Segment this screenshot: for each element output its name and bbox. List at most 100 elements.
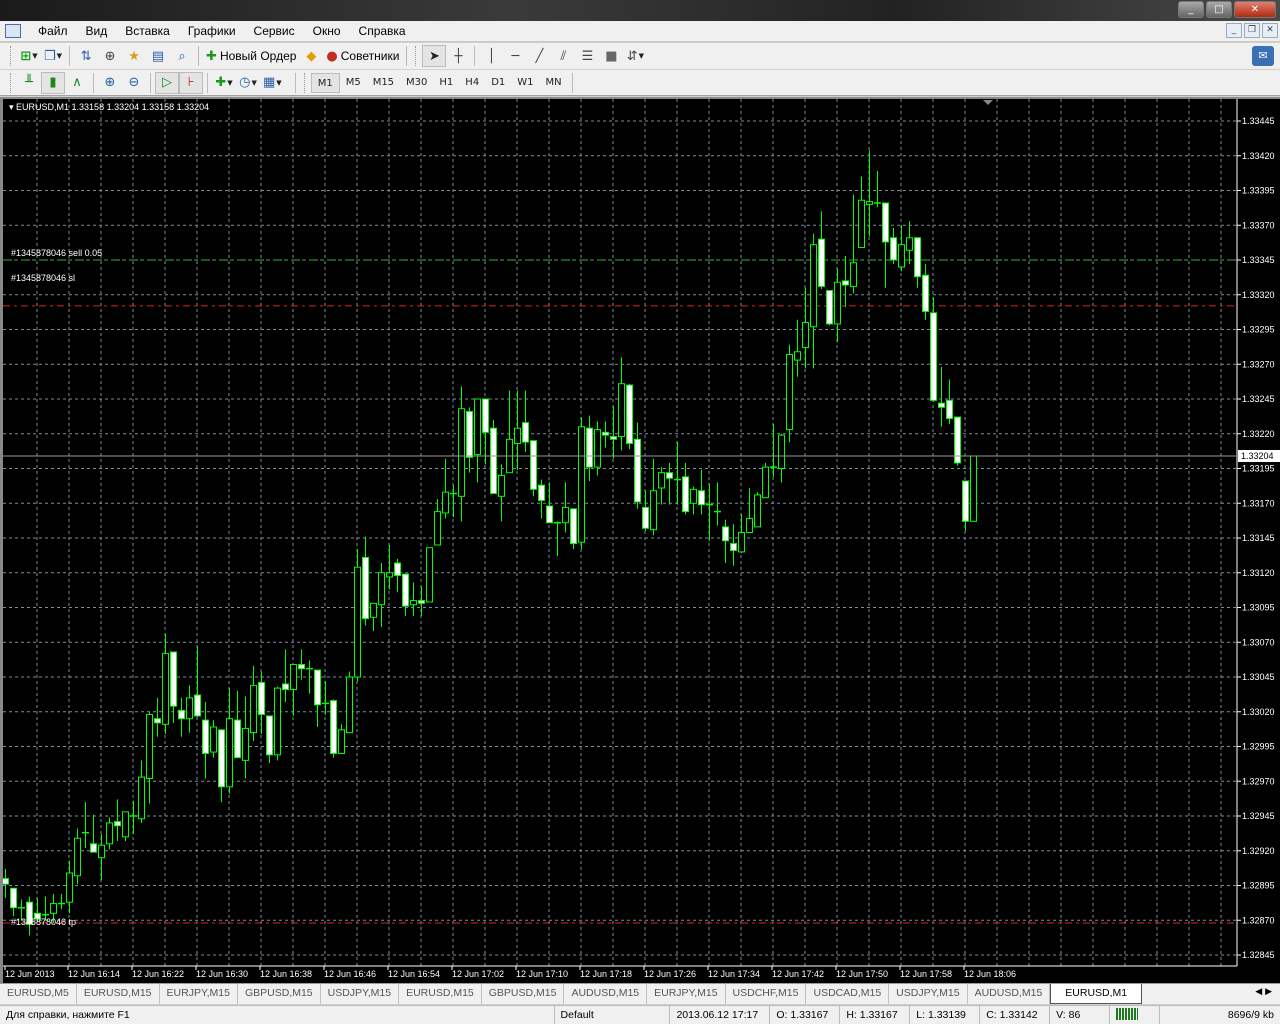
bar-chart-button[interactable]: ╨ <box>17 72 41 94</box>
menu-charts[interactable]: Графики <box>179 24 245 38</box>
menu-window[interactable]: Окно <box>304 24 350 38</box>
candle-bearish <box>234 719 241 759</box>
menu-tools[interactable]: Сервис <box>245 24 304 38</box>
horizontal-line-button[interactable]: ─ <box>503 45 527 67</box>
new-order-button[interactable]: ✚ Новый Ордер <box>203 45 299 67</box>
chart-tab[interactable]: AUDUSD,M15 <box>564 984 648 1004</box>
autotrading-warning-button[interactable]: ◆ <box>299 45 323 67</box>
chart-tab[interactable]: USDJPY,M15 <box>889 984 968 1004</box>
periods-button[interactable]: ◷ ▼ <box>236 72 260 94</box>
candle-bullish <box>810 244 817 328</box>
candle-bearish <box>666 472 673 479</box>
autoscroll-icon: ▷ <box>162 75 172 90</box>
chart-tab[interactable]: EURUSD,M15 <box>77 984 160 1004</box>
candle-chart-button[interactable]: ▮ <box>41 71 65 94</box>
close-button[interactable]: ✕ <box>1234 1 1276 18</box>
line-chart-button[interactable]: ∧ <box>65 72 89 94</box>
toolbar-grip[interactable] <box>10 46 13 66</box>
timeframe-h1[interactable]: H1 <box>433 73 459 93</box>
new-chart-button[interactable]: ⊞ ▼ <box>17 45 41 67</box>
candle-bullish <box>834 281 841 325</box>
minimize-button[interactable]: _ <box>1178 1 1204 18</box>
arrows-button[interactable]: ⇵ ▼ <box>623 45 647 67</box>
timeframe-w1[interactable]: W1 <box>511 73 539 93</box>
templates-button[interactable]: ▦ ▼ <box>260 72 285 94</box>
chart-tab[interactable]: EURUSD,M1 <box>1050 984 1143 1004</box>
candle-bullish <box>226 718 233 788</box>
navigator-button[interactable]: ★ <box>122 45 146 67</box>
toolbar-grip[interactable] <box>10 72 13 93</box>
profiles-button[interactable]: ❐ ▼ <box>41 45 65 67</box>
candle-bearish <box>722 526 729 542</box>
terminal-button[interactable]: ▤ <box>146 45 170 67</box>
candle-bullish <box>578 426 585 543</box>
chart-tab[interactable]: GBPUSD,M15 <box>482 984 565 1004</box>
timeframe-h4[interactable]: H4 <box>459 73 485 93</box>
candle-bullish <box>434 511 441 546</box>
candle-bearish <box>362 556 369 620</box>
chart-tab[interactable]: GBPUSD,M15 <box>238 984 321 1004</box>
candle-bullish <box>794 351 801 361</box>
candle-bullish <box>690 488 697 504</box>
y-tick-label: 1.33120 <box>1242 568 1275 578</box>
candle-bullish <box>658 472 665 489</box>
status-close: C: 1.33142 <box>980 1006 1051 1024</box>
tab-scroll-arrows[interactable]: ◀ ▶ <box>1247 984 1280 1004</box>
candle-bullish <box>442 491 449 514</box>
timeframe-m30[interactable]: M30 <box>400 73 433 93</box>
maximize-button[interactable]: □ <box>1206 1 1232 18</box>
candle-bullish <box>594 429 601 468</box>
menu-help[interactable]: Справка <box>350 24 415 38</box>
chart-tab[interactable]: EURUSD,M15 <box>399 984 482 1004</box>
x-tick-label: 12 Jun 16:30 <box>196 969 248 979</box>
chart-tab[interactable]: USDCAD,M15 <box>806 984 890 1004</box>
timeframe-d1[interactable]: D1 <box>485 73 511 93</box>
chart-tab[interactable]: EURJPY,M15 <box>647 984 726 1004</box>
chart-tab[interactable]: USDCHF,M15 <box>726 984 807 1004</box>
menu-insert[interactable]: Вставка <box>116 24 179 38</box>
candle-bullish <box>186 697 193 720</box>
menu-view[interactable]: Вид <box>77 24 117 38</box>
zoom-in-button[interactable]: ⊕ <box>98 72 122 94</box>
strategy-tester-button[interactable]: ⌕ <box>170 45 194 67</box>
price-chart[interactable]: 1.33445 1.33420 1.33395 1.33370 1.33345 1.333… <box>3 99 1280 983</box>
fibonacci-icon: ☰ <box>581 48 594 64</box>
help-chat-button[interactable]: ✉ <box>1252 46 1274 66</box>
candle-bullish <box>50 903 57 914</box>
chart-tab[interactable]: EURUSD,M5 <box>0 984 77 1004</box>
chart-shift-button[interactable]: ⊦ <box>179 71 203 94</box>
x-tick-label: 12 Jun 17:50 <box>836 969 888 979</box>
fibonacci-button[interactable]: ☰ <box>575 45 599 67</box>
equidistant-channel-button[interactable]: ⫽ <box>551 45 575 67</box>
data-window-button[interactable]: ⊕ <box>98 45 122 67</box>
crosshair-tool-button[interactable]: ┼ <box>446 45 470 67</box>
experts-button[interactable]: ● Советники <box>323 45 402 67</box>
candle-bearish <box>490 427 497 495</box>
vertical-line-button[interactable]: │ <box>479 45 503 67</box>
candle-bearish <box>842 280 849 286</box>
mdi-restore-button[interactable]: ❐ <box>1244 23 1260 38</box>
rectangle-button[interactable]: ■ <box>599 45 623 67</box>
connection-icon[interactable] <box>1110 1006 1161 1024</box>
mdi-minimize-button[interactable]: _ <box>1226 23 1242 38</box>
timeframe-m1[interactable]: M1 <box>310 72 340 93</box>
chart-window[interactable]: 1.33445 1.33420 1.33395 1.33370 1.33345 1.333… <box>0 97 1280 983</box>
chart-tab[interactable]: AUDUSD,M15 <box>968 984 1051 1004</box>
y-tick-label: 1.32870 <box>1242 915 1275 925</box>
mdi-close-button[interactable]: ✕ <box>1262 23 1278 38</box>
autoscroll-button[interactable]: ▷ <box>155 71 179 94</box>
chart-tab[interactable]: EURJPY,M15 <box>160 984 238 1004</box>
indicators-button[interactable]: ✚ ▼ <box>212 72 236 94</box>
timeframe-m15[interactable]: M15 <box>367 73 400 93</box>
timeframe-mn[interactable]: MN <box>540 73 568 93</box>
menu-file[interactable]: Файл <box>29 24 77 38</box>
chart-tab[interactable]: USDJPY,M15 <box>321 984 400 1004</box>
zoom-out-button[interactable]: ⊖ <box>122 72 146 94</box>
market-watch-button[interactable]: ⇅ <box>74 45 98 67</box>
cursor-tool-button[interactable]: ➤ <box>422 45 447 67</box>
timeframe-m5[interactable]: M5 <box>340 73 367 93</box>
y-tick-label: 1.33345 <box>1242 255 1275 265</box>
trendline-button[interactable]: ╱ <box>527 45 551 67</box>
experts-icon: ● <box>326 48 338 64</box>
app-icon[interactable] <box>5 24 21 38</box>
